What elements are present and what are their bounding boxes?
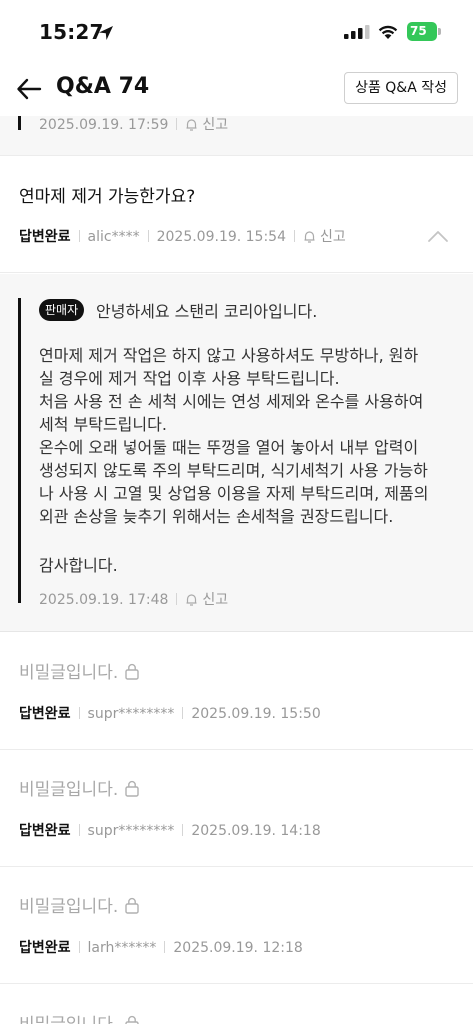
answer-date: 2025.09.19. 17:48 [39, 592, 169, 608]
divider [294, 230, 295, 242]
author-id: larh****** [87, 940, 157, 956]
seller-answer: 판매자 안녕하세요 스탠리 코리아입니다. 연마제 제거 작업은 하지 않고 사… [0, 274, 473, 632]
bell-icon [304, 231, 315, 243]
battery-icon: 75 [407, 22, 441, 41]
secret-question-item[interactable]: 비밀글입니다. [0, 985, 473, 1024]
answer-greeting: 안녕하세요 스탠리 코리아입니다. [96, 302, 318, 321]
answer-status: 답변완료 [19, 229, 71, 245]
answer-date: 2025.09.19. 17:59 [39, 117, 169, 133]
chevron-up-icon[interactable] [427, 229, 449, 243]
lock-icon [125, 780, 139, 797]
answer-body: 연마제 제거 작업은 하지 않고 사용하셔도 무방하나, 원하 실 경우에 제거… [39, 346, 429, 526]
report-link[interactable]: 신고 [185, 117, 228, 133]
report-link[interactable]: 신고 [185, 592, 228, 608]
divider [78, 824, 80, 836]
seller-badge: 판매자 [39, 299, 85, 321]
author-id: alic**** [87, 229, 140, 245]
secret-title: 비밀글입니다. [19, 775, 140, 800]
question-date: 2025.09.19. 15:54 [156, 229, 286, 245]
divider [147, 230, 149, 242]
write-qna-button[interactable]: 상품 Q&A 작성 [344, 72, 458, 104]
lock-icon [125, 1015, 139, 1024]
question-meta: 답변완료 alic**** 2025.09.19. 15:54 신고 [19, 226, 346, 246]
divider [78, 707, 80, 719]
previous-answer: 2025.09.19. 17:59 신고 [0, 116, 473, 156]
divider [182, 707, 184, 719]
bell-icon [186, 119, 197, 131]
answer-meta: 2025.09.19. 17:59 신고 [39, 116, 228, 134]
answer-status: 답변완료 [19, 823, 71, 839]
page-title: Q&A 74 [56, 74, 150, 99]
secret-question-item[interactable]: 비밀글입니다. 답변완료 supr******** 2025.09.19. 14:1… [0, 750, 473, 867]
cellular-signal-icon [344, 25, 370, 39]
bell-icon [186, 594, 197, 606]
secret-question-item[interactable]: 비밀글입니다. 답변완료 supr******** 2025.09.19. 15:5… [0, 633, 473, 750]
answer-status: 답변완료 [19, 940, 71, 956]
divider [176, 593, 178, 605]
wifi-icon [378, 25, 398, 39]
answer-status: 답변완료 [19, 706, 71, 722]
answer-indicator-bar [18, 116, 21, 130]
app-header: Q&A 74 상품 Q&A 작성 [0, 62, 473, 116]
status-time: 15:27 [39, 20, 104, 44]
divider [176, 118, 178, 130]
secret-question-item[interactable]: 비밀글입니다. 답변완료 larh****** 2025.09.19. 12:18 [0, 867, 473, 984]
answer-indicator-bar [18, 298, 21, 603]
question-date: 2025.09.19. 14:18 [191, 823, 321, 839]
answer-closing: 감사합니다. [39, 556, 118, 575]
question-item[interactable]: 연마제 제거 가능한가요? 답변완료 alic**** 2025.09.19. 15… [0, 157, 473, 273]
question-date: 2025.09.19. 15:50 [191, 706, 321, 722]
lock-icon [125, 663, 139, 680]
battery-level: 75 [407, 22, 437, 41]
answer-meta: 2025.09.19. 17:48 신고 [39, 589, 228, 609]
lock-icon [125, 897, 139, 914]
divider [164, 941, 166, 953]
author-id: supr******** [87, 823, 175, 839]
question-meta: 답변완료 larh****** 2025.09.19. 12:18 [19, 937, 303, 957]
question-meta: 답변완료 supr******** 2025.09.19. 14:18 [19, 820, 321, 840]
question-title: 연마제 제거 가능한가요? [19, 187, 196, 207]
divider [78, 941, 80, 953]
divider [182, 824, 184, 836]
secret-title: 비밀글입니다. [19, 658, 140, 683]
report-link[interactable]: 신고 [303, 229, 346, 245]
question-date: 2025.09.19. 12:18 [173, 940, 303, 956]
back-arrow-icon[interactable] [14, 74, 44, 104]
author-id: supr******** [87, 706, 175, 722]
location-arrow-icon [99, 26, 113, 40]
status-bar: 15:27 75 [0, 0, 473, 62]
question-meta: 답변완료 supr******** 2025.09.19. 15:50 [19, 703, 321, 723]
secret-title: 비밀글입니다. [19, 892, 140, 917]
divider [78, 230, 80, 242]
secret-title: 비밀글입니다. [19, 1010, 140, 1024]
